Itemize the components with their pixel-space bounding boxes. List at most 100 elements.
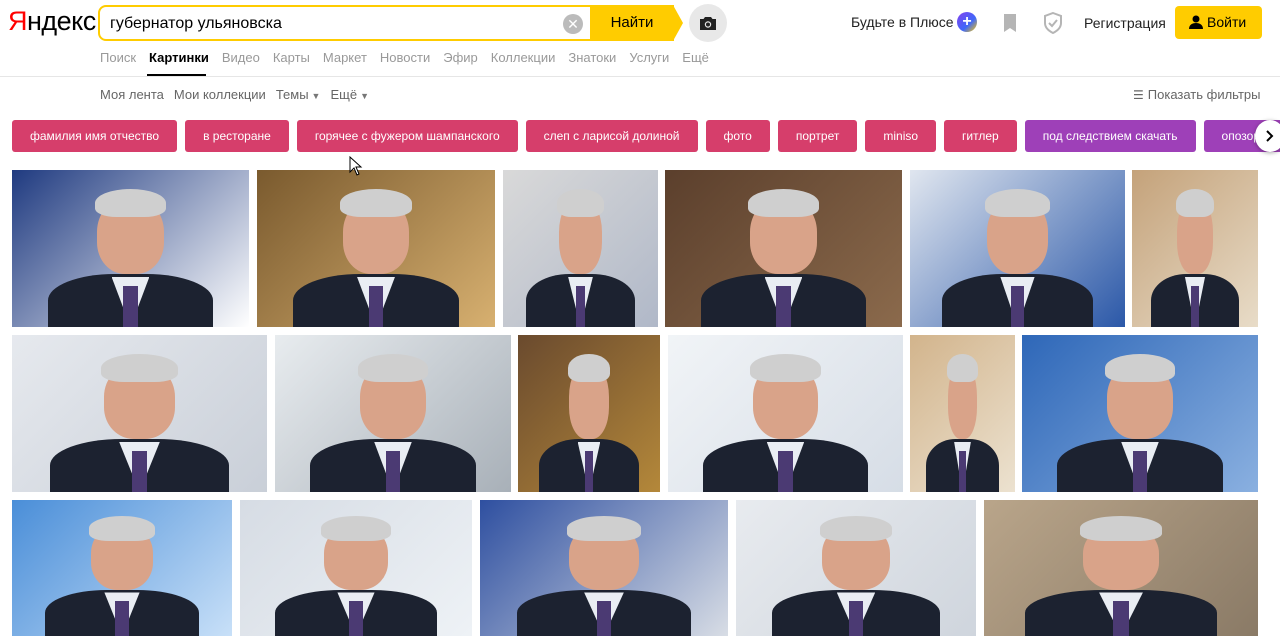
- photo-figure-tie: [115, 600, 129, 636]
- header-divider: [0, 76, 1280, 77]
- related-query-chip[interactable]: miniso: [865, 120, 937, 152]
- photo-figure-hair: [1176, 188, 1214, 218]
- image-result-thumbnail[interactable]: [1022, 335, 1258, 492]
- my-collections-link[interactable]: Мои коллекции: [174, 87, 266, 102]
- chevron-down-icon: ▼: [360, 91, 369, 101]
- photo-figure-hair: [1079, 516, 1163, 541]
- services-nav: Поиск Картинки Видео Карты Маркет Новост…: [100, 50, 722, 65]
- image-result-thumbnail[interactable]: [1132, 170, 1258, 327]
- image-result-thumbnail[interactable]: [910, 170, 1125, 327]
- related-query-chip[interactable]: под следствием скачать: [1024, 120, 1196, 152]
- chevron-right-icon: [1266, 130, 1274, 142]
- photo-figure-hair: [985, 188, 1050, 218]
- photo-figure-hair: [566, 516, 642, 541]
- related-query-chip[interactable]: фамилия имя отчество: [12, 120, 178, 152]
- filters-label: Показать фильтры: [1147, 87, 1261, 102]
- my-feed-link[interactable]: Моя лента: [100, 87, 164, 102]
- photo-figure-hair: [557, 188, 604, 218]
- photo-figure-tie: [123, 286, 138, 327]
- clear-icon[interactable]: ✕: [563, 14, 583, 34]
- user-icon: [1189, 15, 1203, 29]
- tab-efir[interactable]: Эфир: [443, 50, 478, 65]
- mouse-cursor-icon: [349, 156, 363, 176]
- photo-figure-hair: [1104, 353, 1176, 383]
- image-result-thumbnail[interactable]: [257, 170, 495, 327]
- photo-figure-tie: [1011, 286, 1024, 327]
- search-button-arrow: [673, 5, 683, 41]
- photo-figure-hair: [94, 188, 167, 218]
- photo-figure-hair: [820, 516, 892, 541]
- shield-icon[interactable]: [1043, 12, 1063, 34]
- login-label: Войти: [1207, 14, 1247, 30]
- chevron-down-icon: ▼: [311, 91, 321, 101]
- photo-figure-tie: [1132, 451, 1148, 492]
- photo-figure-tie: [776, 286, 791, 327]
- register-link[interactable]: Регистрация: [1084, 15, 1166, 31]
- related-query-chip[interactable]: фото: [705, 120, 770, 152]
- tab-maps[interactable]: Карты: [273, 50, 310, 65]
- plus-link[interactable]: Будьте в Плюсе: [851, 14, 954, 30]
- photo-figure-tie: [584, 451, 594, 492]
- tab-search[interactable]: Поиск: [100, 50, 136, 65]
- image-result-thumbnail[interactable]: [736, 500, 976, 636]
- photo-figure-tie: [575, 286, 586, 327]
- photo-figure-hair: [946, 353, 979, 383]
- image-result-thumbnail[interactable]: [480, 500, 728, 636]
- photo-figure-tie: [368, 286, 384, 327]
- image-result-thumbnail[interactable]: [668, 335, 903, 492]
- photo-figure-hair: [750, 353, 821, 383]
- related-queries: фамилия имя отчество в ресторане горячее с…: [12, 120, 1280, 152]
- photo-figure-tie: [131, 451, 148, 492]
- image-result-thumbnail[interactable]: [275, 335, 511, 492]
- image-result-thumbnail[interactable]: [12, 170, 249, 327]
- yandex-logo[interactable]: Яндекс: [8, 6, 96, 37]
- tab-market[interactable]: Маркет: [323, 50, 367, 65]
- photo-figure-tie: [596, 600, 612, 636]
- tab-znatoki[interactable]: Знатоки: [568, 50, 616, 65]
- related-query-chip[interactable]: слеп с ларисой долиной: [525, 120, 698, 152]
- search-box: ✕ Найти: [98, 5, 674, 41]
- image-result-thumbnail[interactable]: [910, 335, 1015, 492]
- tab-uslugi[interactable]: Услуги: [629, 50, 669, 65]
- bookmark-icon[interactable]: [1001, 13, 1019, 33]
- photo-figure-tie: [385, 451, 401, 492]
- photo-figure-tie: [349, 600, 363, 636]
- photo-figure-tie: [959, 451, 966, 492]
- image-result-thumbnail[interactable]: [240, 500, 472, 636]
- show-filters-link[interactable]: ☰ Показать фильтры: [1133, 87, 1260, 102]
- photo-figure-hair: [101, 353, 178, 383]
- themes-label: Темы: [275, 87, 309, 102]
- image-result-thumbnail[interactable]: [12, 500, 232, 636]
- login-button[interactable]: Войти: [1175, 6, 1262, 39]
- filters-icon: ☰: [1133, 88, 1144, 102]
- tab-video[interactable]: Видео: [222, 50, 260, 65]
- photo-figure-hair: [747, 188, 820, 218]
- tab-news[interactable]: Новости: [380, 50, 430, 65]
- tab-collections[interactable]: Коллекции: [491, 50, 556, 65]
- camera-search-button[interactable]: [689, 4, 727, 42]
- related-query-chip[interactable]: горячее с фужером шампанского: [296, 120, 518, 152]
- tab-more[interactable]: Ещё: [682, 50, 709, 65]
- photo-figure-tie: [848, 600, 864, 636]
- photo-figure-hair: [567, 353, 611, 383]
- photo-figure-hair: [340, 188, 412, 218]
- image-result-thumbnail[interactable]: [665, 170, 902, 327]
- photo-figure-hair: [89, 516, 155, 541]
- search-input[interactable]: [110, 13, 570, 35]
- related-query-chip[interactable]: портрет: [777, 120, 858, 152]
- chips-scroll-right-button[interactable]: [1255, 120, 1280, 152]
- photo-figure-tie: [1191, 286, 1199, 327]
- themes-dropdown[interactable]: Темы ▼: [276, 87, 321, 102]
- related-query-chip[interactable]: гитлер: [944, 120, 1017, 152]
- photo-figure-hair: [357, 353, 429, 383]
- image-result-thumbnail[interactable]: [518, 335, 660, 492]
- plus-icon[interactable]: +: [957, 12, 977, 32]
- image-result-thumbnail[interactable]: [984, 500, 1258, 636]
- image-result-thumbnail[interactable]: [503, 170, 658, 327]
- search-button[interactable]: Найти: [590, 5, 674, 41]
- photo-figure-tie: [778, 451, 793, 492]
- more-dropdown[interactable]: Ещё ▼: [330, 87, 369, 102]
- image-result-thumbnail[interactable]: [12, 335, 267, 492]
- related-query-chip[interactable]: в ресторане: [185, 120, 289, 152]
- tab-images[interactable]: Картинки: [149, 50, 209, 65]
